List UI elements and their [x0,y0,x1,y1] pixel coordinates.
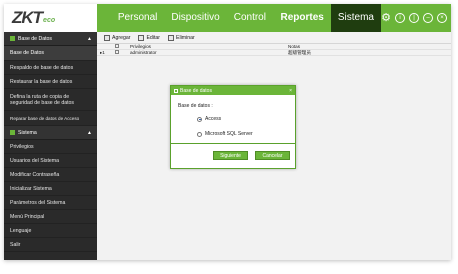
sidebar-item-label: Modificar Contraseña [10,171,60,178]
logo-text: ZKT [12,8,43,27]
sidebar-item-respaldo[interactable]: Respaldo de base de datos [4,61,97,75]
collapse-icon: ▲ [87,35,92,42]
sidebar: Base de Datos ▲ Base de Datos Respaldo d… [4,32,97,260]
radio-access-button[interactable] [197,116,202,122]
dialog-close-icon[interactable]: × [289,88,292,94]
minimize-icon[interactable]: – [423,13,433,23]
sidebar-item-ruta-copia[interactable]: Defina la ruta de copia de seguridad de … [4,89,97,111]
window-controls: ⚙ i | – × [381,12,451,23]
sidebar-item-menu-principal[interactable]: Menú Principal [4,210,97,224]
gear-icon[interactable]: ⚙ [381,12,391,23]
sidebar-item-label: Usuarios del Sistema [10,157,60,164]
sidebar-item-label: Lenguaje [10,227,32,234]
sidebar-item-label: Respaldo de base de datos [10,64,74,71]
nav-control-acceso[interactable]: Control de Acceso [227,4,274,79]
nav-reportes[interactable]: Reportes [274,4,331,32]
sidebar-item-label: Defina la ruta de copia de seguridad de … [10,93,75,106]
info-icon[interactable]: i [395,13,405,23]
sidebar-item-label: Base de Datos [10,50,45,56]
power-icon[interactable]: | [409,13,419,23]
radio-sql-server-label: Microsoft SQL Server [205,131,253,137]
top-bar: ZKT eco Personal Dispositivo Control de … [4,4,451,79]
section-icon [10,130,15,135]
close-icon[interactable]: × [437,13,447,23]
radio-access-label: Access [205,116,222,122]
sidebar-section-sistema[interactable]: Sistema ▲ [4,126,97,140]
sidebar-item-label: Privilegios [10,143,34,150]
sidebar-item-lenguaje[interactable]: Lenguaje [4,224,97,238]
sidebar-item-restaurar[interactable]: Restaurar la base de datos [4,75,97,89]
sidebar-item-privilegios[interactable]: Privilegios [4,140,97,154]
radio-access[interactable]: Access [197,116,221,122]
sidebar-item-label: Menú Principal [10,213,45,220]
sidebar-item-usuarios[interactable]: Usuarios del Sistema [4,154,97,168]
dialog-footer: Siguiente Cancelar [171,144,295,169]
dialog-title: Base de datos [180,87,212,94]
dialog-body: Base de datos : Access Microsoft SQL Ser… [171,95,295,144]
logo: ZKT eco [4,4,97,32]
sidebar-item-label: Parámetros del Sistema [10,199,66,206]
sidebar-item-reparar[interactable]: Reparar base de datos de Acceso [4,111,97,126]
logo-sub-text: eco [43,16,56,24]
sidebar-item-label: Salir [10,241,21,248]
nav-personal[interactable]: Personal [111,4,164,32]
sidebar-item-base-de-datos[interactable]: Base de Datos [4,46,97,61]
sidebar-item-salir[interactable]: Salir [4,238,97,252]
nav-dispositivo[interactable]: Dispositivo [164,4,226,32]
app-window: ZKT eco Personal Dispositivo Control de … [4,4,451,260]
sidebar-section-label: Sistema [18,129,37,136]
database-dialog: Base de datos × Base de datos : Access M… [170,85,296,169]
sidebar-item-contrasena[interactable]: Modificar Contraseña [4,168,97,182]
cancel-button[interactable]: Cancelar [255,151,290,160]
sidebar-item-label: Restaurar la base de datos [10,78,73,85]
sidebar-item-label: Inicializar Sistema [10,185,52,192]
dialog-title-bar: Base de datos × [171,86,295,95]
database-label: Base de datos : [178,103,213,109]
radio-sql-server[interactable]: Microsoft SQL Server [197,131,253,137]
sidebar-item-inicializar[interactable]: Inicializar Sistema [4,182,97,196]
sidebar-section-database[interactable]: Base de Datos ▲ [4,32,97,46]
section-icon [10,36,15,41]
dialog-icon [174,88,178,93]
sidebar-item-label: Reparar base de datos de Acceso [10,115,80,121]
nav-sistema[interactable]: Sistema [330,4,381,32]
next-button[interactable]: Siguiente [213,151,248,160]
radio-sql-server-button[interactable] [197,131,202,137]
sidebar-item-parametros[interactable]: Parámetros del Sistema [4,196,97,210]
collapse-icon: ▲ [87,129,92,136]
main-nav: Personal Dispositivo Control de Acceso R… [96,4,451,79]
sidebar-section-label: Base de Datos [18,35,53,42]
